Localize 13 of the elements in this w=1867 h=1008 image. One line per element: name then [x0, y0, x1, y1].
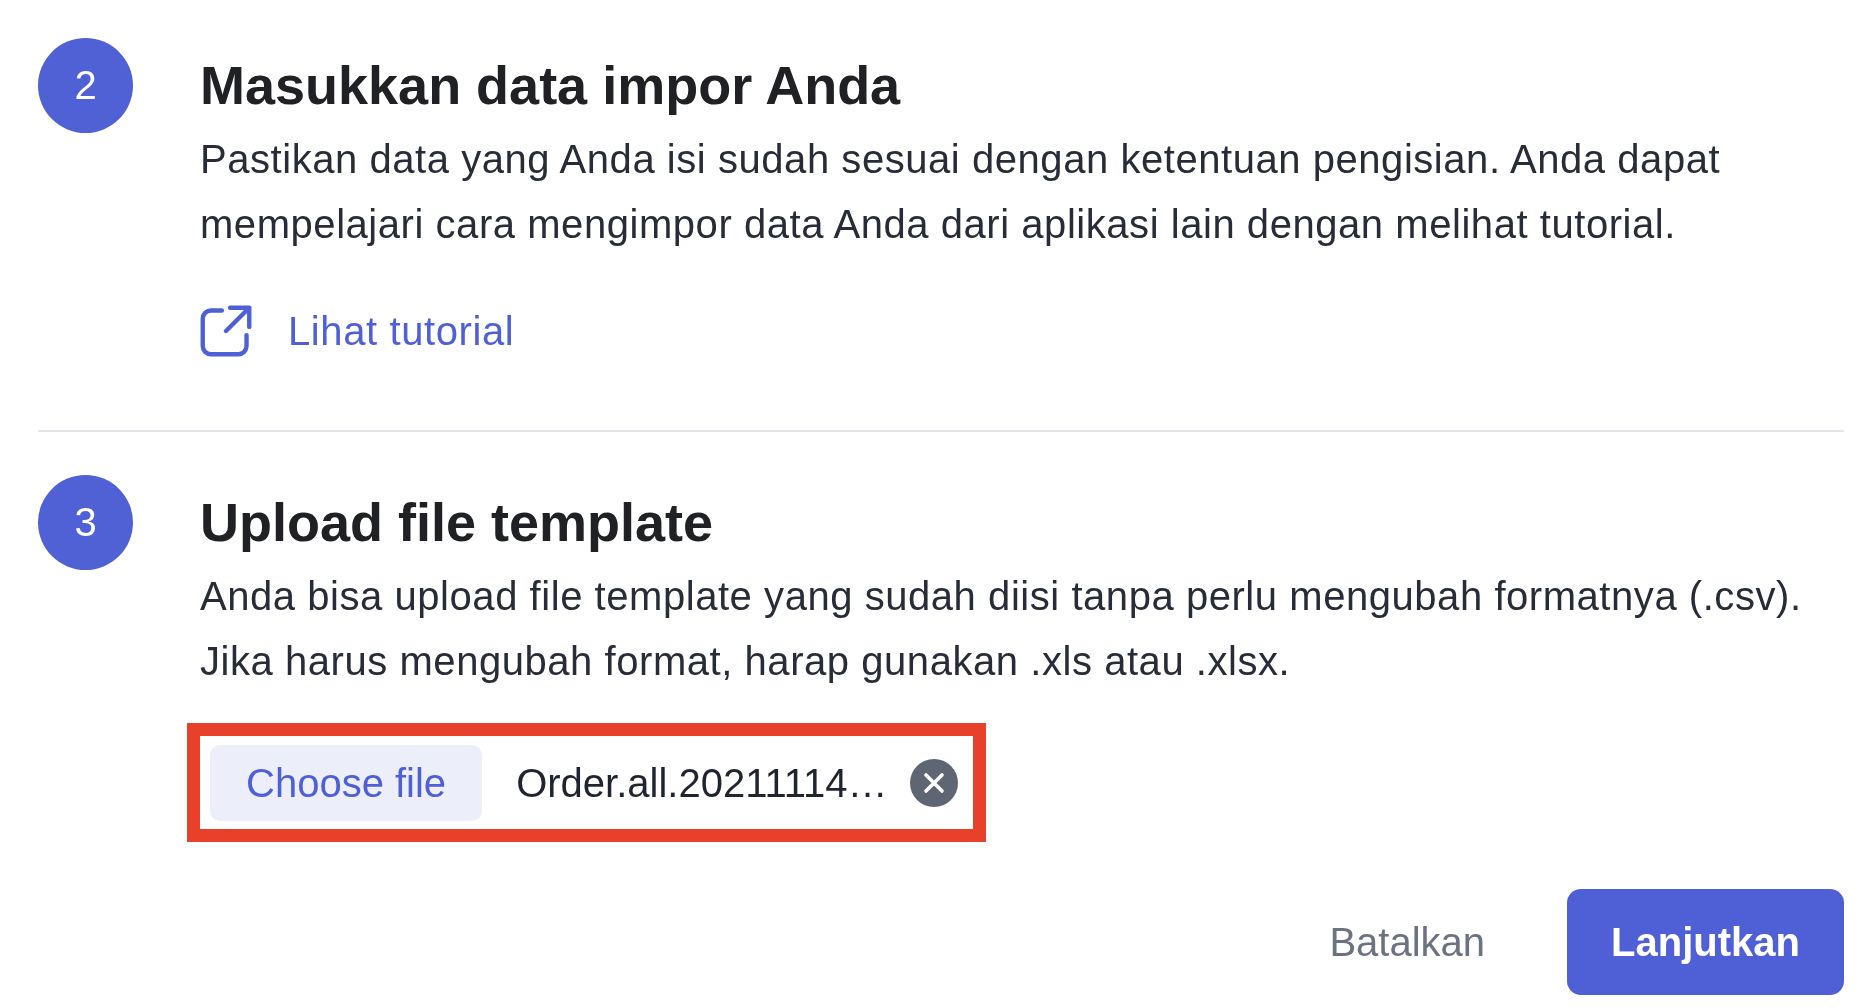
file-name: Order.all.20211114…: [516, 760, 888, 806]
continue-button[interactable]: Lanjutkan: [1567, 889, 1844, 995]
choose-file-button[interactable]: Choose file: [210, 745, 483, 821]
step-description: Anda bisa upload file template yang sudah diisi tanpa perlu mengubah formatnya (.csv). Jika harus mengubah format, harap gunakan .xls atau .xlsx.: [200, 573, 1803, 685]
step-number: 2: [38, 38, 133, 133]
step-number: 3: [38, 475, 133, 570]
step-title: Upload file template: [200, 491, 715, 554]
step-title: Masukkan data impor Anda: [200, 54, 902, 117]
cancel-button[interactable]: Batalkan: [1293, 889, 1522, 995]
close-icon[interactable]: [910, 759, 959, 807]
tutorial-link[interactable]: Lihat tutorial: [200, 305, 515, 357]
step-description: Pastikan data yang Anda isi sudah sesuai dengan ketentuan pengisian. Anda dapat mempelajari cara mengimpor data Anda dari aplikasi lain dengan melihat tutorial.: [200, 136, 1722, 248]
external-link-icon: [200, 305, 252, 357]
